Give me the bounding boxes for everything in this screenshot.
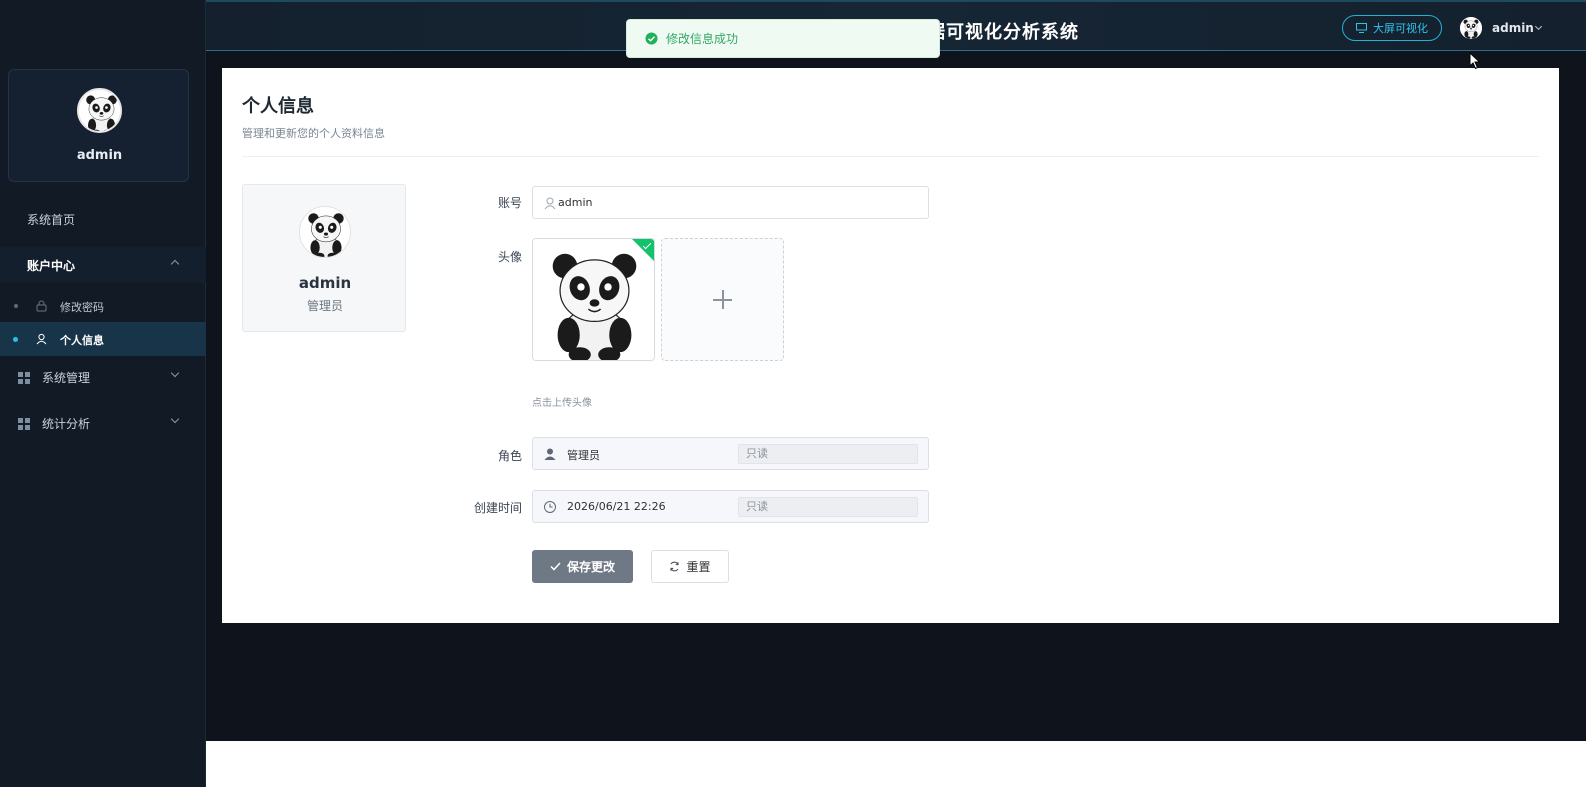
- avatar-label: 头像: [497, 250, 522, 264]
- bullet-dot: [14, 304, 18, 308]
- grid-icon: [18, 372, 30, 384]
- avatar-upload-button[interactable]: [661, 238, 784, 361]
- avatar-preview[interactable]: [532, 238, 655, 361]
- check-icon: [550, 562, 561, 571]
- readonly-tag: 只读: [738, 497, 918, 517]
- sidebar-avatar: [77, 88, 122, 133]
- page-subtitle: 管理和更新您的个人资料信息: [242, 127, 385, 140]
- upload-hint: 点击上传头像: [532, 398, 592, 409]
- page-title: 个人信息: [242, 96, 314, 117]
- user-summary-card: admin 管理员: [242, 184, 406, 332]
- created-time-field: 2026/06/21 22:26 只读: [532, 490, 929, 523]
- profile-content-card: 个人信息 管理和更新您的个人资料信息 admin 管理员 账号 admin 头像…: [222, 68, 1559, 623]
- sidebar-item-label: 账户中心: [27, 258, 76, 273]
- sidebar-item-profile[interactable]: 个人信息: [0, 322, 206, 356]
- success-corner-badge: [631, 239, 654, 262]
- sidebar-item-system-management[interactable]: 系统管理: [0, 359, 206, 395]
- app-title: 据可视化分析系统: [927, 22, 1079, 43]
- reset-button-label: 重置: [686, 560, 711, 574]
- save-button-label: 保存更改: [566, 560, 615, 574]
- chevron-down-icon[interactable]: [1534, 22, 1543, 31]
- header-username[interactable]: admin: [1492, 21, 1534, 35]
- summary-avatar: [299, 206, 351, 258]
- grid-icon: [18, 418, 30, 430]
- sidebar: admin 系统首页 账户中心 修改密码 个人信息 系统管理 统计分析: [0, 0, 206, 787]
- user-icon: [544, 197, 556, 210]
- lock-icon: [36, 300, 47, 312]
- sidebar-item-label: 个人信息: [60, 334, 104, 347]
- success-toast: 修改信息成功: [626, 19, 940, 58]
- created-time-label: 创建时间: [473, 501, 522, 515]
- sidebar-item-statistics[interactable]: 统计分析: [0, 405, 206, 441]
- bigscreen-button-label: 大屏可视化: [1373, 22, 1428, 35]
- sidebar-item-label: 统计分析: [42, 416, 91, 431]
- chevron-down-icon: [170, 368, 180, 378]
- sidebar-item-change-password[interactable]: 修改密码: [0, 289, 206, 323]
- sidebar-item-label: 修改密码: [60, 301, 104, 314]
- sidebar-item-label: 系统首页: [27, 212, 76, 227]
- toast-message: 修改信息成功: [666, 32, 739, 46]
- role-label: 角色: [497, 449, 522, 463]
- account-field[interactable]: admin: [532, 186, 929, 219]
- plus-icon-vertical: [722, 290, 724, 309]
- reset-button[interactable]: 重置: [651, 550, 729, 583]
- header-avatar[interactable]: [1460, 17, 1482, 39]
- chevron-up-icon: [170, 259, 180, 269]
- account-value: admin: [558, 196, 593, 209]
- role-value: 管理员: [567, 449, 600, 462]
- monitor-icon: [1356, 23, 1367, 33]
- success-check-icon: [645, 32, 658, 45]
- summary-name: admin: [298, 274, 352, 292]
- readonly-tag: 只读: [738, 444, 918, 464]
- account-label: 账号: [497, 196, 522, 210]
- active-dot: [13, 337, 18, 342]
- created-time-value: 2026/06/21 22:26: [567, 500, 666, 513]
- chevron-down-icon: [170, 414, 180, 424]
- user-icon: [36, 333, 47, 345]
- clock-icon: [544, 501, 556, 513]
- refresh-icon: [670, 561, 680, 572]
- sidebar-item-label: 系统管理: [42, 370, 91, 385]
- sidebar-item-home[interactable]: 系统首页: [0, 201, 206, 237]
- summary-role: 管理员: [306, 299, 343, 313]
- sidebar-profile-card: admin: [8, 69, 189, 182]
- person-filled-icon: [544, 448, 556, 460]
- mouse-cursor-icon: [1469, 52, 1481, 70]
- role-field: 管理员 只读: [532, 437, 929, 470]
- sidebar-item-account-center[interactable]: 账户中心: [0, 247, 206, 283]
- sidebar-profile-name: admin: [76, 148, 123, 163]
- divider: [242, 156, 1539, 157]
- save-button[interactable]: 保存更改: [532, 550, 633, 583]
- bigscreen-button[interactable]: 大屏可视化: [1342, 15, 1442, 41]
